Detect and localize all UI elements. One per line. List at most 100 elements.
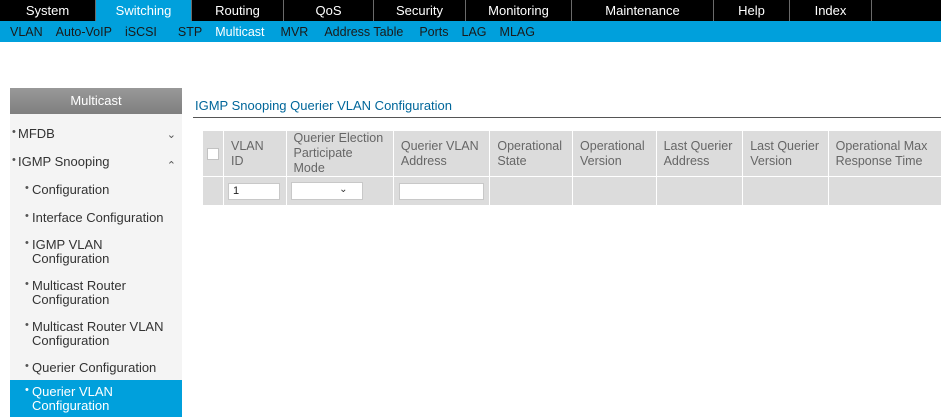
participate-mode-select[interactable]: ⌄ bbox=[290, 182, 363, 200]
col-last-querier-version: Last Querier Version bbox=[742, 131, 829, 177]
bullet-icon: • bbox=[25, 319, 29, 331]
sidebar-item-label: MFDB bbox=[18, 126, 55, 141]
sidebar-item-label-line1: IGMP VLAN bbox=[32, 237, 103, 252]
title-divider bbox=[193, 117, 941, 118]
header-text-line1: Last Querier bbox=[663, 138, 733, 153]
sidebar-item-querier-vlan-configuration[interactable]: • Querier VLAN Configuration bbox=[10, 380, 182, 417]
col-querier-vlan-address: Querier VLAN Address bbox=[393, 131, 491, 177]
tab-maintenance[interactable]: Maintenance bbox=[572, 0, 714, 21]
bullet-icon: • bbox=[25, 182, 29, 194]
table-input-row: 1 ⌄ bbox=[203, 176, 941, 205]
sidebar-item-label-line2: Configuration bbox=[32, 333, 110, 348]
select-all-checkbox[interactable] bbox=[207, 147, 219, 160]
sidebar-item-label-line1: Querier VLAN bbox=[32, 384, 113, 399]
header-text-line1: Querier Election bbox=[293, 131, 384, 145]
sidebar-item-multicast-router-configuration[interactable]: • Multicast Router Configuration bbox=[10, 278, 182, 308]
bullet-icon: • bbox=[25, 384, 29, 396]
last-querier-version-cell bbox=[742, 176, 829, 205]
sidebar-item-igmp-vlan-configuration[interactable]: • IGMP VLAN Configuration bbox=[10, 237, 182, 267]
subnav-address-table[interactable]: Address Table bbox=[324, 25, 403, 39]
querier-vlan-table: VLAN ID Querier Election Participate Mod… bbox=[203, 131, 941, 205]
col-vlan-id: VLAN ID bbox=[223, 131, 287, 177]
header-text-line1: Operational Max bbox=[835, 138, 928, 153]
col-operational-max-response-time: Operational Max Response Time bbox=[828, 131, 941, 177]
operational-state-cell bbox=[489, 176, 574, 205]
subnav-lag[interactable]: LAG bbox=[462, 25, 487, 39]
header-text-line1: Querier VLAN bbox=[400, 138, 479, 153]
header-text-line2: Version bbox=[580, 153, 622, 168]
vlan-id-cell: 1 bbox=[223, 176, 287, 205]
sidebar-item-label: Interface Configuration bbox=[32, 210, 164, 225]
bullet-icon: • bbox=[25, 360, 29, 372]
subnav-mlag[interactable]: MLAG bbox=[500, 25, 535, 39]
sidebar-item-label: IGMP Snooping bbox=[18, 154, 110, 169]
tab-routing[interactable]: Routing bbox=[192, 0, 284, 21]
sidebar: • MFDB ⌄ • IGMP Snooping ⌃ • Configurati… bbox=[10, 114, 182, 417]
sidebar-item-label-line2: Configuration bbox=[32, 398, 110, 413]
sidebar-item-multicast-router-vlan-configuration[interactable]: • Multicast Router VLAN Configuration bbox=[10, 319, 182, 349]
header-text-line2: Address bbox=[663, 153, 710, 168]
sidebar-item-label-line1: Multicast Router bbox=[32, 278, 126, 293]
sidebar-item-label-line1: Multicast Router VLAN bbox=[32, 319, 164, 334]
header-text-line1: Last Querier bbox=[750, 138, 820, 153]
table-header-row: VLAN ID Querier Election Participate Mod… bbox=[203, 131, 941, 177]
subnav-stp[interactable]: STP bbox=[178, 25, 202, 39]
tab-help[interactable]: Help bbox=[714, 0, 790, 21]
tab-system[interactable]: System bbox=[0, 0, 96, 21]
page-title: IGMP Snooping Querier VLAN Configuration bbox=[195, 98, 453, 113]
sidebar-item-label-line2: Configuration bbox=[32, 292, 110, 307]
tab-switching[interactable]: Switching bbox=[96, 0, 192, 21]
bullet-icon: • bbox=[25, 237, 29, 249]
sidebar-item-label-line2: Configuration bbox=[32, 251, 110, 266]
chevron-up-icon[interactable]: ⌃ bbox=[167, 159, 176, 172]
sidebar-header: Multicast bbox=[10, 88, 182, 114]
bullet-icon: • bbox=[25, 278, 29, 290]
sidebar-item-querier-configuration[interactable]: • Querier Configuration bbox=[10, 360, 182, 378]
tab-monitoring[interactable]: Monitoring bbox=[466, 0, 572, 21]
header-text-line2: State bbox=[497, 153, 527, 168]
subnav-vlan[interactable]: VLAN bbox=[10, 25, 43, 39]
querier-vlan-address-input[interactable] bbox=[398, 182, 484, 200]
header-text-line2: Address bbox=[400, 153, 447, 168]
tab-spacer bbox=[872, 0, 941, 21]
querier-vlan-address-cell bbox=[393, 176, 491, 205]
sub-nav: VLAN Auto-VoIP iSCSI STP Multicast MVR A… bbox=[0, 21, 941, 42]
sidebar-item-label: Configuration bbox=[32, 182, 110, 197]
header-text-line2: Version bbox=[750, 153, 792, 168]
subnav-iscsi[interactable]: iSCSI bbox=[125, 25, 157, 39]
header-text-line2: Response Time bbox=[835, 153, 923, 168]
operational-max-response-time-cell bbox=[828, 176, 941, 205]
dropdown-chevron-icon: ⌄ bbox=[339, 184, 348, 195]
sidebar-item-configuration[interactable]: • Configuration bbox=[10, 182, 182, 200]
bullet-icon: • bbox=[25, 210, 29, 222]
subnav-multicast[interactable]: Multicast bbox=[215, 25, 264, 39]
operational-version-cell bbox=[572, 176, 657, 205]
sidebar-item-interface-configuration[interactable]: • Interface Configuration bbox=[10, 210, 182, 228]
bullet-icon: • bbox=[12, 126, 16, 138]
sidebar-item-igmp-snooping[interactable]: • IGMP Snooping ⌃ bbox=[10, 154, 182, 172]
bullet-icon: • bbox=[12, 154, 16, 166]
col-operational-version: Operational Version bbox=[572, 131, 657, 177]
header-text-line1: Operational bbox=[497, 138, 562, 153]
subnav-mvr[interactable]: MVR bbox=[281, 25, 309, 39]
subnav-ports[interactable]: Ports bbox=[419, 25, 448, 39]
last-querier-address-cell bbox=[656, 176, 744, 205]
col-operational-state: Operational State bbox=[489, 131, 574, 177]
sidebar-item-label: Querier Configuration bbox=[32, 360, 157, 375]
col-participate-mode: Querier Election Participate Mode bbox=[286, 131, 394, 177]
subnav-auto-voip[interactable]: Auto-VoIP bbox=[56, 25, 112, 39]
col-last-querier-address: Last Querier Address bbox=[656, 131, 744, 177]
tab-security[interactable]: Security bbox=[374, 0, 466, 21]
header-text-line1: Operational bbox=[580, 138, 645, 153]
sidebar-item-mfdb[interactable]: • MFDB ⌄ bbox=[10, 126, 182, 144]
header-text-line2: Participate Mode bbox=[293, 146, 353, 175]
header-text: VLAN ID bbox=[231, 138, 264, 168]
top-nav: System Switching Routing QoS Security Mo… bbox=[0, 0, 941, 21]
input-row-checkbox-cell bbox=[203, 176, 224, 205]
chevron-down-icon[interactable]: ⌄ bbox=[167, 128, 176, 141]
tab-qos[interactable]: QoS bbox=[284, 0, 374, 21]
participate-mode-cell: ⌄ bbox=[286, 176, 394, 205]
vlan-id-input[interactable]: 1 bbox=[228, 182, 280, 200]
select-all-header bbox=[203, 131, 224, 177]
tab-index[interactable]: Index bbox=[790, 0, 872, 21]
